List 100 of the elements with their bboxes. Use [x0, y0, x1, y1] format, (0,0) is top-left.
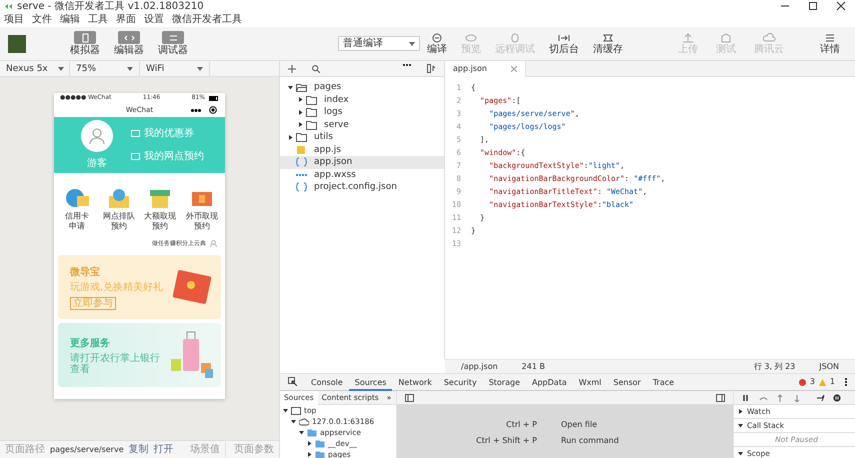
- file-path: /app.json: [461, 360, 498, 372]
- more-icon[interactable]: [191, 108, 201, 112]
- compile-mode-select[interactable]: 普通编译: [338, 36, 420, 51]
- collapsed-arrow-icon[interactable]: [288, 134, 293, 140]
- toolbar-button[interactable]: 详情: [811, 32, 849, 55]
- expanded-arrow-icon[interactable]: [291, 419, 296, 424]
- folder-icon: [306, 94, 317, 105]
- menu-item[interactable]: 工具: [88, 13, 108, 27]
- error-count[interactable]: 3: [810, 376, 815, 388]
- device-select[interactable]: 75%: [70, 60, 140, 76]
- json-file-icon: [296, 157, 307, 168]
- service-label[interactable]: 大额取现: [144, 213, 176, 221]
- error-icon: [798, 378, 806, 386]
- frame-icon: [291, 406, 301, 416]
- service-label[interactable]: 信用卡: [64, 213, 89, 221]
- step-out-icon[interactable]: [793, 394, 802, 402]
- file-tree-item[interactable]: pages: [280, 81, 444, 94]
- devtools-tab[interactable]: Storage: [482, 374, 526, 390]
- view-toggle-button[interactable]: 编辑器: [110, 31, 148, 56]
- editor-tab[interactable]: app.json: [445, 60, 526, 76]
- service-label[interactable]: 申请: [68, 223, 85, 231]
- luggage-drawing: [169, 329, 215, 381]
- devtools-tab[interactable]: Network: [392, 374, 438, 390]
- collapsed-arrow-icon[interactable]: [738, 409, 743, 414]
- folder-icon: [306, 107, 317, 118]
- view-toggle-button[interactable]: 模拟器: [66, 31, 104, 56]
- service-label[interactable]: 预约: [152, 223, 168, 231]
- devtools-tab[interactable]: AppData: [526, 374, 573, 390]
- shortcut-keys: Ctrl + P: [397, 419, 537, 431]
- expanded-arrow-icon[interactable]: [288, 84, 293, 90]
- page-path: pages/serve/serve: [50, 444, 124, 456]
- banner-title: 更多服务: [70, 336, 111, 350]
- shortcut-action: Run command: [561, 435, 619, 447]
- file-tree-item[interactable]: serve: [280, 118, 444, 131]
- deactivate-breakpoints-icon[interactable]: [816, 394, 825, 402]
- service-label[interactable]: 预约: [110, 223, 127, 231]
- file-size: 241 B: [522, 360, 545, 372]
- file-tree-item[interactable]: app.json: [280, 156, 444, 168]
- collapsed-arrow-icon[interactable]: [307, 441, 312, 446]
- sidebar-toggle-icon[interactable]: [716, 394, 725, 402]
- menu-item[interactable]: 文件: [32, 13, 52, 27]
- path-label: 页面路径: [5, 443, 45, 457]
- expanded-arrow-icon[interactable]: [738, 423, 743, 428]
- person-icon: [88, 126, 106, 144]
- collapsed-arrow-icon[interactable]: [298, 97, 303, 102]
- devtools-tab[interactable]: Sensor: [607, 374, 647, 390]
- person-icon: [210, 240, 217, 247]
- menu-item[interactable]: 项目: [4, 13, 24, 27]
- warning-count[interactable]: 1: [830, 376, 835, 388]
- menu-item[interactable]: 设置: [144, 13, 164, 27]
- window-title: serve - 微信开发者工具 v1.02.1803210: [17, 0, 204, 13]
- toolbar-button[interactable]: 编译: [420, 32, 454, 55]
- split-icon[interactable]: [427, 64, 436, 73]
- app-logo-icon: [4, 3, 13, 10]
- pause-exceptions-icon[interactable]: [833, 394, 842, 402]
- copy-link[interactable]: 复制: [128, 442, 149, 457]
- menu-item[interactable]: 微信开发者工具: [172, 13, 242, 27]
- file-tree-item[interactable]: logs: [280, 106, 444, 118]
- file-tree-item[interactable]: app.js: [280, 144, 444, 156]
- open-link[interactable]: 打开: [154, 442, 174, 457]
- step-into-icon[interactable]: [776, 394, 785, 402]
- shortcut-keys: Ctrl + Shift + P: [397, 435, 537, 447]
- file-tree-item[interactable]: app.wxss: [280, 168, 444, 181]
- toolbar-button[interactable]: 切后台: [542, 32, 586, 55]
- switch-icon: [557, 32, 571, 44]
- search-icon[interactable]: [312, 64, 320, 72]
- file-tree-item[interactable]: index: [280, 94, 444, 106]
- service-label[interactable]: 预约: [194, 223, 210, 231]
- upload-icon: [681, 32, 695, 44]
- menu-icon: [823, 32, 837, 44]
- device-select[interactable]: Nexus 5x: [0, 60, 70, 76]
- inspect-icon[interactable]: [288, 377, 297, 386]
- sidebar-toggle-icon[interactable]: [405, 394, 414, 402]
- expanded-arrow-icon[interactable]: [738, 451, 743, 456]
- devtools-tab[interactable]: Console: [305, 374, 349, 390]
- banner-subtitle: 请打开农行掌上银行查看: [70, 352, 161, 374]
- json-file-icon: [296, 182, 307, 192]
- file-tree-item[interactable]: project.config.json: [280, 181, 444, 194]
- battery-icon: [209, 96, 219, 100]
- view-toggle-button[interactable]: 调试器: [154, 31, 192, 56]
- menu-item[interactable]: 界面: [116, 13, 136, 27]
- collapsed-arrow-icon[interactable]: [298, 110, 303, 115]
- devtools-tab[interactable]: Trace: [646, 374, 680, 390]
- device-select[interactable]: WiFi: [140, 60, 210, 76]
- expanded-arrow-icon[interactable]: [283, 408, 288, 413]
- expanded-arrow-icon[interactable]: [299, 430, 304, 435]
- eye-icon: [464, 32, 478, 44]
- collapsed-arrow-icon[interactable]: [307, 452, 312, 457]
- language-mode[interactable]: JSON: [819, 360, 839, 372]
- pause-icon[interactable]: [742, 394, 751, 402]
- file-tree-item[interactable]: utils: [280, 131, 444, 144]
- devtools-tab[interactable]: Wxml: [572, 374, 608, 390]
- add-icon[interactable]: [288, 64, 296, 72]
- service-label[interactable]: 网点排队: [102, 213, 135, 221]
- service-label[interactable]: 外币取现: [186, 213, 218, 221]
- menu-item[interactable]: 编辑: [60, 13, 80, 27]
- banner-title: 微导宝: [70, 265, 101, 280]
- collapsed-arrow-icon[interactable]: [298, 122, 303, 128]
- toolbar-button[interactable]: 清缓存: [586, 32, 630, 55]
- devtools-tab[interactable]: Security: [438, 374, 483, 390]
